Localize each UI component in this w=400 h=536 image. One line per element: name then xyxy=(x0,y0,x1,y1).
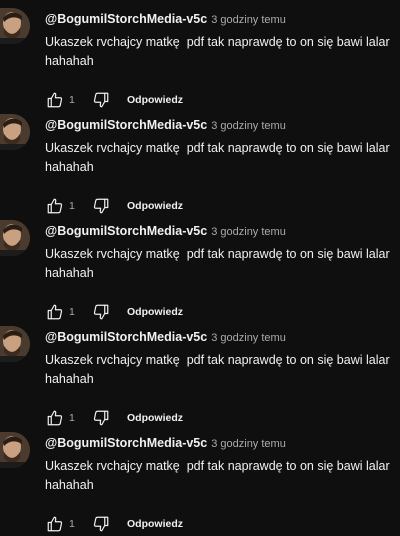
reply-button[interactable]: Odpowiedz xyxy=(127,94,183,106)
comment-timestamp[interactable]: 3 godziny temu xyxy=(211,332,286,344)
like-count: 1 xyxy=(69,306,75,318)
comment-item: @BogumilStorchMedia-v5c 3 godziny temu Uk… xyxy=(0,112,400,218)
like-button[interactable] xyxy=(45,408,65,428)
comment-author[interactable]: @BogumilStorchMedia-v5c xyxy=(45,436,207,450)
comment-text: Ukaszek rvchajcy matkę pdf tak naprawdę … xyxy=(45,457,400,495)
comment-header: @BogumilStorchMedia-v5c 3 godziny temu xyxy=(45,329,286,346)
like-button[interactable] xyxy=(45,196,65,216)
comment-text: Ukaszek rvchajcy matkę pdf tak naprawdę … xyxy=(45,351,400,389)
thumbs-down-icon xyxy=(93,304,109,320)
comment-header: @BogumilStorchMedia-v5c 3 godziny temu xyxy=(45,223,286,240)
comment-author[interactable]: @BogumilStorchMedia-v5c xyxy=(45,118,207,132)
avatar[interactable] xyxy=(0,432,30,468)
avatar[interactable] xyxy=(0,326,30,362)
reply-button[interactable]: Odpowiedz xyxy=(127,412,183,424)
comment-actions: 1 Odpowiedz xyxy=(45,196,183,216)
comment-item: @BogumilStorchMedia-v5c 3 godziny temu Uk… xyxy=(0,430,400,536)
avatar[interactable] xyxy=(0,8,30,44)
dislike-button[interactable] xyxy=(91,302,111,322)
comment-author[interactable]: @BogumilStorchMedia-v5c xyxy=(45,330,207,344)
comment-text: Ukaszek rvchajcy matkę pdf tak naprawdę … xyxy=(45,139,400,177)
comment-timestamp[interactable]: 3 godziny temu xyxy=(211,226,286,238)
reply-button[interactable]: Odpowiedz xyxy=(127,518,183,530)
comment-timestamp[interactable]: 3 godziny temu xyxy=(211,120,286,132)
dislike-button[interactable] xyxy=(91,90,111,110)
like-button[interactable] xyxy=(45,90,65,110)
thumbs-up-icon xyxy=(47,198,63,214)
comment-text-line: Ukaszek rvchajcy matkę pdf tak naprawdę … xyxy=(45,141,390,155)
avatar[interactable] xyxy=(0,220,30,256)
reply-button[interactable]: Odpowiedz xyxy=(127,200,183,212)
dislike-button[interactable] xyxy=(91,408,111,428)
comment-actions: 1 Odpowiedz xyxy=(45,408,183,428)
comment-text: Ukaszek rvchajcy matkę pdf tak naprawdę … xyxy=(45,33,400,71)
comment-actions: 1 Odpowiedz xyxy=(45,90,183,110)
comment-text-line: Ukaszek rvchajcy matkę pdf tak naprawdę … xyxy=(45,459,390,473)
comment-text-line: Ukaszek rvchajcy matkę pdf tak naprawdę … xyxy=(45,353,390,367)
comment-timestamp[interactable]: 3 godziny temu xyxy=(211,438,286,450)
comment-text: Ukaszek rvchajcy matkę pdf tak naprawdę … xyxy=(45,245,400,283)
comment-item: @BogumilStorchMedia-v5c 3 godziny temu Uk… xyxy=(0,6,400,112)
avatar[interactable] xyxy=(0,114,30,150)
comment-timestamp[interactable]: 3 godziny temu xyxy=(211,14,286,26)
comment-text-line: Ukaszek rvchajcy matkę pdf tak naprawdę … xyxy=(45,247,390,261)
comment-actions: 1 Odpowiedz xyxy=(45,514,183,534)
comment-header: @BogumilStorchMedia-v5c 3 godziny temu xyxy=(45,117,286,134)
like-button[interactable] xyxy=(45,514,65,534)
like-count: 1 xyxy=(69,94,75,106)
like-button[interactable] xyxy=(45,302,65,322)
comment-author[interactable]: @BogumilStorchMedia-v5c xyxy=(45,224,207,238)
reply-button[interactable]: Odpowiedz xyxy=(127,306,183,318)
like-count: 1 xyxy=(69,412,75,424)
comment-text-line: hahahah xyxy=(45,372,94,386)
dislike-button[interactable] xyxy=(91,514,111,534)
thumbs-down-icon xyxy=(93,516,109,532)
thumbs-down-icon xyxy=(93,410,109,426)
comment-text-line: hahahah xyxy=(45,160,94,174)
comment-header: @BogumilStorchMedia-v5c 3 godziny temu xyxy=(45,435,286,452)
thumbs-down-icon xyxy=(93,92,109,108)
thumbs-up-icon xyxy=(47,304,63,320)
thumbs-up-icon xyxy=(47,410,63,426)
like-count: 1 xyxy=(69,200,75,212)
dislike-button[interactable] xyxy=(91,196,111,216)
comment-text-line: Ukaszek rvchajcy matkę pdf tak naprawdę … xyxy=(45,35,390,49)
comment-text-line: hahahah xyxy=(45,266,94,280)
thumbs-down-icon xyxy=(93,198,109,214)
comment-text-line: hahahah xyxy=(45,54,94,68)
comment-item: @BogumilStorchMedia-v5c 3 godziny temu Uk… xyxy=(0,218,400,324)
like-count: 1 xyxy=(69,518,75,530)
comment-text-line: hahahah xyxy=(45,478,94,492)
comment-actions: 1 Odpowiedz xyxy=(45,302,183,322)
thumbs-up-icon xyxy=(47,516,63,532)
comment-author[interactable]: @BogumilStorchMedia-v5c xyxy=(45,12,207,26)
comment-header: @BogumilStorchMedia-v5c 3 godziny temu xyxy=(45,11,286,28)
thumbs-up-icon xyxy=(47,92,63,108)
comment-item: @BogumilStorchMedia-v5c 3 godziny temu Uk… xyxy=(0,324,400,430)
